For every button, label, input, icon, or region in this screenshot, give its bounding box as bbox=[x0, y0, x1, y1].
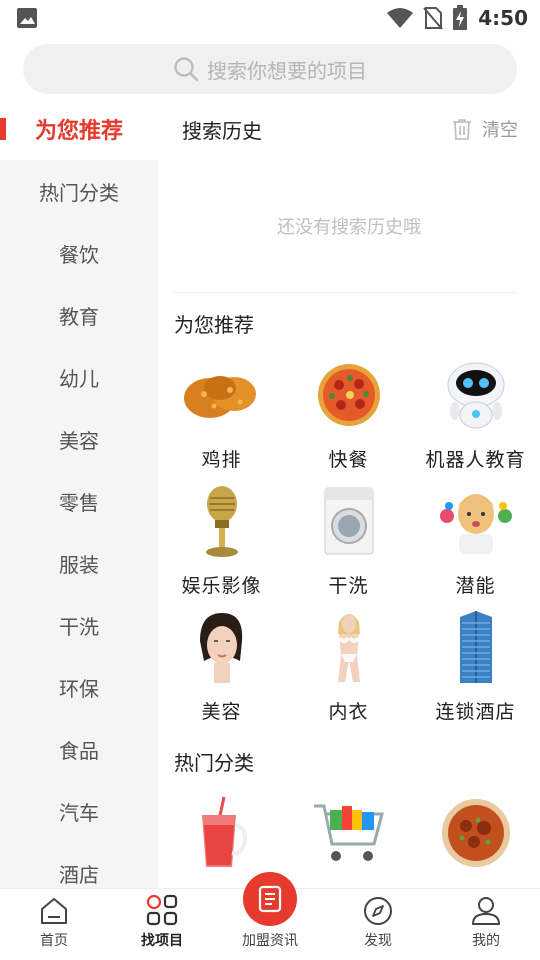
nav-find-project[interactable]: 找项目 bbox=[108, 889, 216, 960]
nav-discover[interactable]: 发现 bbox=[324, 889, 432, 960]
grid-item-label: 内衣 bbox=[328, 701, 369, 723]
grid-item[interactable] bbox=[412, 791, 539, 888]
category-sidebar: 为您推荐 热门分类 餐饮 教育 幼儿 美容 零售 服装 干洗 环保 食品 汽车 … bbox=[0, 98, 158, 888]
child-icon bbox=[439, 494, 512, 554]
nav-home[interactable]: 首页 bbox=[0, 889, 108, 960]
sidebar-item-catering[interactable]: 餐饮 bbox=[0, 222, 158, 284]
lingerie-model-icon bbox=[337, 614, 360, 682]
hotel-building-icon bbox=[459, 611, 492, 683]
sidebar-item-beauty[interactable]: 美容 bbox=[0, 408, 158, 470]
robot-icon bbox=[447, 362, 504, 429]
grid-item-label: 潜能 bbox=[455, 575, 496, 597]
grid-item-label: 连锁酒店 bbox=[435, 701, 516, 723]
drink-icon bbox=[201, 796, 247, 867]
trash-icon bbox=[453, 119, 471, 140]
grid-item-label: 快餐 bbox=[328, 449, 369, 471]
franchise-news-fab[interactable] bbox=[243, 872, 297, 926]
grid-item[interactable]: 鸡排 bbox=[158, 353, 285, 479]
history-empty-text: 还没有搜索历史哦 bbox=[277, 217, 421, 238]
recommend-grid: 鸡排 快餐 机器人教育 娱乐影像 干洗 潜能 美容 内衣 连锁酒店 bbox=[158, 353, 540, 731]
status-bar: 4:50 bbox=[0, 0, 540, 36]
hot-grid bbox=[158, 791, 540, 888]
sidebar-item-education[interactable]: 教育 bbox=[0, 284, 158, 346]
search-placeholder: 搜索你想要的项目 bbox=[207, 58, 367, 83]
woman-face-icon bbox=[199, 613, 242, 683]
battery-charging-icon bbox=[453, 5, 468, 30]
sidebar-item-environment[interactable]: 环保 bbox=[0, 656, 158, 718]
clock: 4:50 bbox=[478, 6, 528, 30]
user-icon bbox=[472, 897, 500, 925]
recommend-title: 为您推荐 bbox=[174, 312, 254, 337]
sidebar-item-hotel[interactable]: 酒店 bbox=[0, 842, 158, 888]
clear-history-button[interactable]: 清空 bbox=[452, 116, 518, 142]
fried-chicken-icon bbox=[183, 376, 256, 418]
grid-item[interactable]: 娱乐影像 bbox=[158, 479, 285, 605]
home-icon bbox=[41, 898, 67, 924]
hot-title: 热门分类 bbox=[174, 750, 254, 775]
grid-item-label: 鸡排 bbox=[201, 449, 242, 471]
news-icon bbox=[258, 885, 282, 913]
food-bowl-icon bbox=[441, 799, 510, 867]
sidebar-item-dry-cleaning[interactable]: 干洗 bbox=[0, 594, 158, 656]
grid-item[interactable]: 连锁酒店 bbox=[412, 605, 539, 731]
sidebar-item-recommend[interactable]: 为您推荐 bbox=[0, 98, 158, 160]
grid-item[interactable]: 潜能 bbox=[412, 479, 539, 605]
main-panel: 搜索历史 清空 还没有搜索历史哦 为您推荐 鸡排 快餐 机器人教育 娱乐影像 干… bbox=[158, 98, 540, 888]
search-bar[interactable]: 搜索你想要的项目 bbox=[23, 44, 517, 94]
sidebar-item-hot[interactable]: 热门分类 bbox=[0, 160, 158, 222]
washing-machine-icon bbox=[324, 487, 373, 555]
grid-item[interactable] bbox=[285, 791, 412, 888]
sidebar-item-retail[interactable]: 零售 bbox=[0, 470, 158, 532]
grid-item[interactable]: 干洗 bbox=[285, 479, 412, 605]
grid-item-label: 干洗 bbox=[328, 575, 369, 597]
sidebar-item-auto[interactable]: 汽车 bbox=[0, 780, 158, 842]
sidebar-item-food[interactable]: 食品 bbox=[0, 718, 158, 780]
shopping-cart-icon bbox=[313, 804, 384, 861]
pizza-icon bbox=[317, 364, 380, 426]
history-header: 搜索历史 清空 bbox=[158, 98, 540, 160]
compass-icon bbox=[364, 897, 392, 925]
clear-label: 清空 bbox=[482, 120, 518, 141]
sidebar-item-clothing[interactable]: 服装 bbox=[0, 532, 158, 594]
grid-item[interactable]: 机器人教育 bbox=[412, 353, 539, 479]
microphone-icon bbox=[205, 486, 238, 557]
grid-item-label: 机器人教育 bbox=[425, 449, 526, 471]
grid-item[interactable]: 快餐 bbox=[285, 353, 412, 479]
nav-mine[interactable]: 我的 bbox=[432, 889, 540, 960]
sidebar-item-children[interactable]: 幼儿 bbox=[0, 346, 158, 408]
grid-item-label: 美容 bbox=[201, 701, 242, 723]
history-title: 搜索历史 bbox=[182, 118, 262, 143]
search-icon bbox=[174, 57, 199, 82]
grid-apps-icon bbox=[146, 894, 178, 926]
grid-item[interactable]: 内衣 bbox=[285, 605, 412, 731]
no-sim-icon bbox=[423, 7, 444, 30]
image-icon bbox=[17, 8, 37, 28]
grid-item-label: 娱乐影像 bbox=[181, 575, 262, 597]
wifi-icon bbox=[387, 8, 414, 28]
grid-item[interactable]: 美容 bbox=[158, 605, 285, 731]
